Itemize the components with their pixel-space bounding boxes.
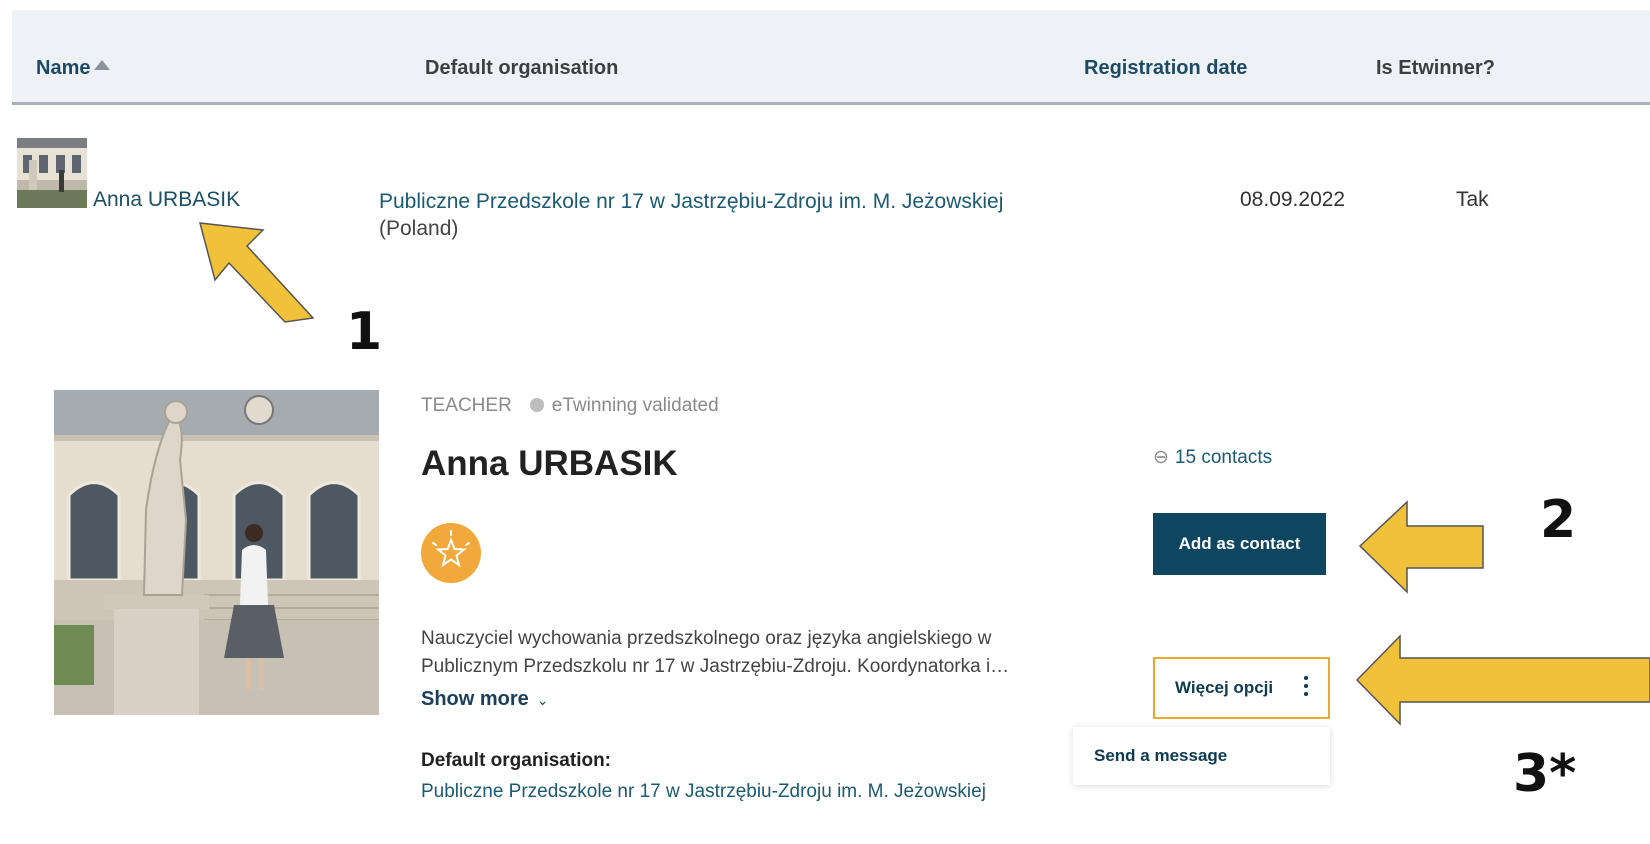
table-header: Name Default organisation Registration d… <box>12 10 1650 105</box>
more-options-label: Więcej opcji <box>1175 678 1274 697</box>
column-header-is-etwinner: Is Etwinner? <box>1376 57 1495 79</box>
more-options-dropdown: Send a message <box>1073 727 1330 785</box>
bio-line-2: Publicznym Przedszkolu nr 17 w Jastrzębi… <box>421 656 1010 677</box>
annotation-arrow-1 <box>198 222 315 323</box>
column-header-default-org: Default organisation <box>425 57 619 79</box>
more-options-button[interactable]: Więcej opcji <box>1153 657 1330 719</box>
organisation-country: (Poland) <box>379 217 459 240</box>
organisation-cell: Publiczne Przedszkole nr 17 w Jastrzębiu… <box>379 188 1003 242</box>
annotation-number-2: 2 <box>1540 490 1577 550</box>
link-icon: ⊖ <box>1153 447 1169 468</box>
annotation-arrow-3 <box>1355 634 1650 726</box>
default-org-link[interactable]: Publiczne Przedszkole nr 17 w Jastrzębiu… <box>421 781 986 803</box>
user-name-link[interactable]: Anna URBASIK <box>93 188 240 212</box>
profile-photo <box>54 390 379 715</box>
role-label: TEACHER <box>421 395 512 416</box>
column-header-name-label: Name <box>36 57 91 79</box>
registration-date: 08.09.2022 <box>1240 188 1346 211</box>
bio-line-1: Nauczyciel wychowania przedszkolnego ora… <box>421 628 992 649</box>
contacts-count: 15 contacts <box>1174 447 1273 468</box>
send-message-menu-item[interactable]: Send a message <box>1094 746 1227 766</box>
annotation-arrow-2 <box>1358 500 1484 594</box>
profile-meta: TEACHER eTwinning validated <box>421 395 719 417</box>
show-more-label: Show more <box>421 688 529 710</box>
vertical-dots-icon <box>1304 676 1308 700</box>
validation-status: eTwinning validated <box>551 395 719 416</box>
annotation-number-1: 1 <box>346 302 383 362</box>
avatar-thumbnail[interactable] <box>17 138 87 208</box>
column-header-registration-date[interactable]: Registration date <box>1084 57 1247 80</box>
status-dot-icon <box>529 398 544 412</box>
contacts-link[interactable]: ⊖ 15 contacts <box>1153 446 1272 469</box>
add-as-contact-button[interactable]: Add as contact <box>1153 513 1326 575</box>
show-more-button[interactable]: Show more ⌄ <box>421 688 549 711</box>
chevron-down-icon: ⌄ <box>536 692 549 708</box>
is-etwinner-value: Tak <box>1456 188 1489 211</box>
column-header-name[interactable]: Name <box>36 57 111 80</box>
sort-ascending-icon <box>94 60 111 70</box>
organisation-link[interactable]: Publiczne Przedszkole nr 17 w Jastrzębiu… <box>379 190 1003 213</box>
star-badge-icon <box>421 523 481 583</box>
annotation-number-3: 3* <box>1513 744 1577 804</box>
default-org-label: Default organisation: <box>421 750 612 771</box>
profile-name: Anna URBASIK <box>421 444 678 483</box>
profile-bio: Nauczyciel wychowania przedszkolnego ora… <box>421 625 1081 681</box>
